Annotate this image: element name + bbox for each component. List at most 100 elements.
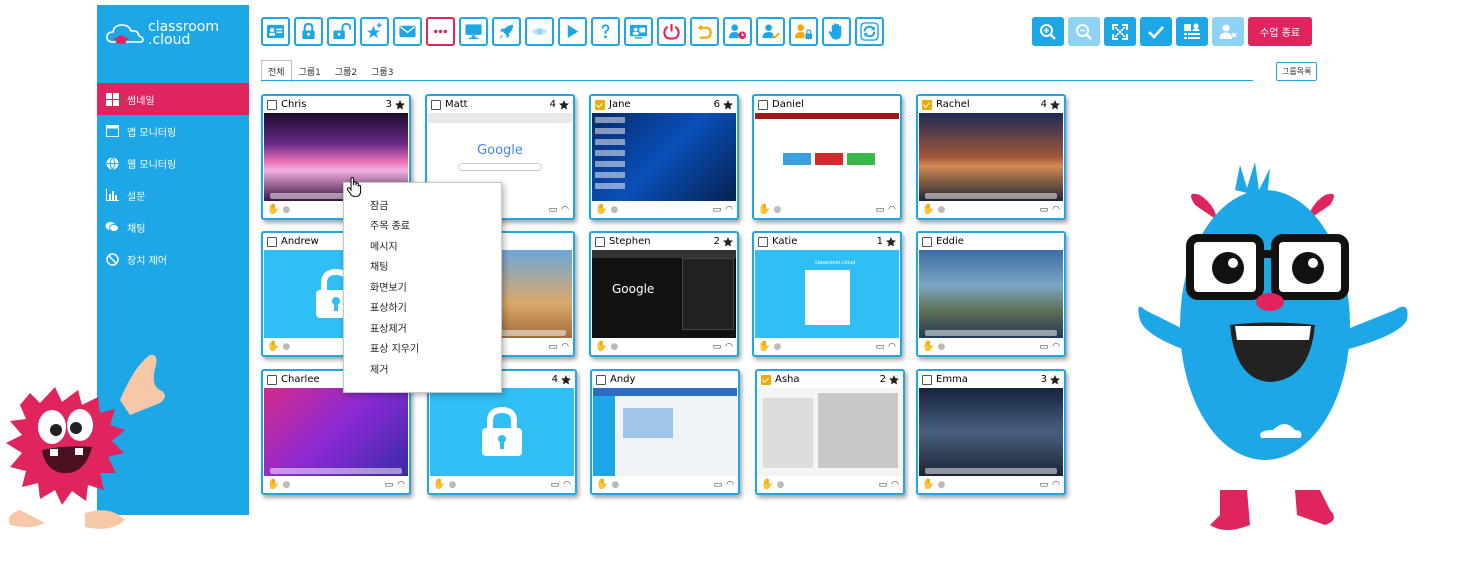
- student-checkbox[interactable]: [758, 99, 768, 110]
- bar-chart-icon: [105, 188, 119, 202]
- raise-hand-button[interactable]: [822, 17, 851, 46]
- end-class-button[interactable]: 수업 종료: [1248, 17, 1312, 46]
- user-lock-button[interactable]: [789, 17, 818, 46]
- student-screen-thumbnail[interactable]: Google: [592, 250, 736, 338]
- student-screen-thumbnail[interactable]: [758, 388, 902, 476]
- student-screen-thumbnail[interactable]: [264, 388, 408, 476]
- student-checkbox[interactable]: [761, 374, 771, 385]
- play-button[interactable]: [558, 17, 587, 46]
- google-logo: Google: [612, 282, 655, 296]
- student-checkbox[interactable]: [758, 236, 768, 247]
- sidebar-item-survey[interactable]: 설문: [97, 179, 249, 211]
- menu-item-remove-reward[interactable]: 표상제거: [344, 317, 501, 338]
- student-screen-thumbnail[interactable]: [919, 388, 1063, 476]
- student-checkbox[interactable]: [596, 374, 606, 385]
- menu-item-chat[interactable]: 채팅: [344, 256, 501, 277]
- menu-item-end-attention[interactable]: 주목 종료: [344, 215, 501, 236]
- student-card[interactable]: Eddie ✋ ● ▭ ◠: [916, 231, 1066, 357]
- student-screen-thumbnail[interactable]: [755, 113, 899, 201]
- launch-button[interactable]: [492, 17, 521, 46]
- student-screen-thumbnail[interactable]: classroom.cloud: [755, 250, 899, 338]
- sidebar-item-device-control[interactable]: 장치 제어: [97, 243, 249, 275]
- battery-icon: ▭: [1039, 479, 1049, 490]
- layout-button[interactable]: [1176, 17, 1208, 46]
- student-checkbox[interactable]: [922, 374, 932, 385]
- wifi-icon: ◠: [1052, 341, 1060, 352]
- menu-item-remove[interactable]: 제거: [344, 358, 501, 379]
- student-card-footer: ✋● ▭◠: [754, 338, 900, 355]
- more-button[interactable]: [426, 17, 455, 46]
- contact-card-button[interactable]: [261, 17, 290, 46]
- student-checkbox[interactable]: [595, 236, 605, 247]
- user-clock-button[interactable]: [723, 17, 752, 46]
- student-card[interactable]: Rachel 4 ✋ ● ▭ ◠: [916, 94, 1066, 220]
- chat-icon: ●: [937, 479, 946, 490]
- chat-icon: ●: [610, 204, 619, 215]
- student-card-header: Eddie: [918, 233, 1064, 250]
- sidebar-item-chat[interactable]: 채팅: [97, 211, 249, 243]
- student-checkbox[interactable]: [922, 236, 932, 247]
- battery-icon: ▭: [1039, 341, 1049, 352]
- refresh-button[interactable]: [855, 17, 884, 46]
- fullscreen-button[interactable]: [1104, 17, 1136, 46]
- student-card[interactable]: Katie 1 classroom.cloud ✋ ● ▭ ◠: [752, 231, 902, 357]
- battery-icon: ▭: [713, 479, 723, 490]
- zoom-in-button[interactable]: [1032, 17, 1064, 46]
- student-card[interactable]: Jane 6 ✋ ● ▭ ◠: [589, 94, 739, 220]
- student-checkbox[interactable]: [431, 99, 441, 110]
- view-button[interactable]: [525, 17, 554, 46]
- student-screen-thumbnail[interactable]: [919, 250, 1063, 338]
- group-list-button[interactable]: 그룹목록: [1276, 62, 1318, 81]
- student-screen-thumbnail[interactable]: [430, 388, 574, 476]
- menu-item-view-screen[interactable]: 화면보기: [344, 276, 501, 297]
- screen-share-button[interactable]: [624, 17, 653, 46]
- score-value: 4: [1040, 99, 1047, 110]
- fullscreen-icon: [1112, 23, 1128, 40]
- select-all-button[interactable]: [1140, 17, 1172, 46]
- student-card[interactable]: Stephen 2 Google ✋ ● ▭ ◠: [589, 231, 739, 357]
- student-score: 2: [714, 236, 734, 248]
- user-check-button[interactable]: [756, 17, 785, 46]
- screen-share-icon: [629, 24, 648, 39]
- sidebar-item-thumbnail[interactable]: 썸네일: [97, 83, 249, 115]
- student-checkbox[interactable]: [267, 99, 277, 110]
- undo-icon: [697, 24, 712, 39]
- student-checkbox[interactable]: [595, 99, 605, 110]
- lock-button[interactable]: [294, 17, 323, 46]
- undo-button[interactable]: [690, 17, 719, 46]
- student-card[interactable]: Andy ✋ ● ▭ ◠: [590, 369, 740, 495]
- sidebar-item-app-monitoring[interactable]: 앱 모니터링: [97, 115, 249, 147]
- student-card-footer: ✋● ▭◠: [592, 476, 738, 493]
- zoom-out-button[interactable]: [1068, 17, 1100, 46]
- student-card-header: Stephen 2: [591, 233, 737, 250]
- message-button[interactable]: [393, 17, 422, 46]
- student-card[interactable]: Daniel ✋ ● ▭ ◠: [752, 94, 902, 220]
- user-remove-button[interactable]: [1212, 17, 1244, 46]
- student-score: 1: [877, 236, 897, 248]
- student-checkbox[interactable]: [267, 236, 277, 247]
- battery-icon: ▭: [878, 479, 888, 490]
- help-button[interactable]: [591, 17, 620, 46]
- menu-item-lock[interactable]: 잠금: [344, 194, 501, 215]
- student-name: Jane: [609, 99, 631, 110]
- sidebar-item-web-monitoring[interactable]: 웹 모니터링: [97, 147, 249, 179]
- monitor-button[interactable]: [459, 17, 488, 46]
- student-card-header: Jane 6: [591, 96, 737, 113]
- student-checkbox[interactable]: [922, 99, 932, 110]
- score-value: 4: [551, 374, 558, 385]
- student-card[interactable]: Emma 3 ✋ ● ▭ ◠: [916, 369, 1066, 495]
- unlock-button[interactable]: [327, 17, 356, 46]
- menu-item-reward[interactable]: 표상하기: [344, 297, 501, 318]
- menu-item-clear-rewards[interactable]: 표상 지우기: [344, 338, 501, 359]
- student-screen-thumbnail[interactable]: [919, 113, 1063, 201]
- menu-item-message[interactable]: 메시지: [344, 235, 501, 256]
- student-card[interactable]: Asha 2 ✋ ● ▭ ◠: [755, 369, 905, 495]
- student-screen-thumbnail[interactable]: [593, 388, 737, 476]
- wifi-icon: ◠: [397, 479, 405, 490]
- student-checkbox[interactable]: [267, 374, 277, 385]
- wifi-icon: ◠: [891, 479, 899, 490]
- power-button[interactable]: [657, 17, 686, 46]
- student-screen-thumbnail[interactable]: [592, 113, 736, 201]
- star-add-button[interactable]: [360, 17, 389, 46]
- student-score: 6: [714, 99, 734, 111]
